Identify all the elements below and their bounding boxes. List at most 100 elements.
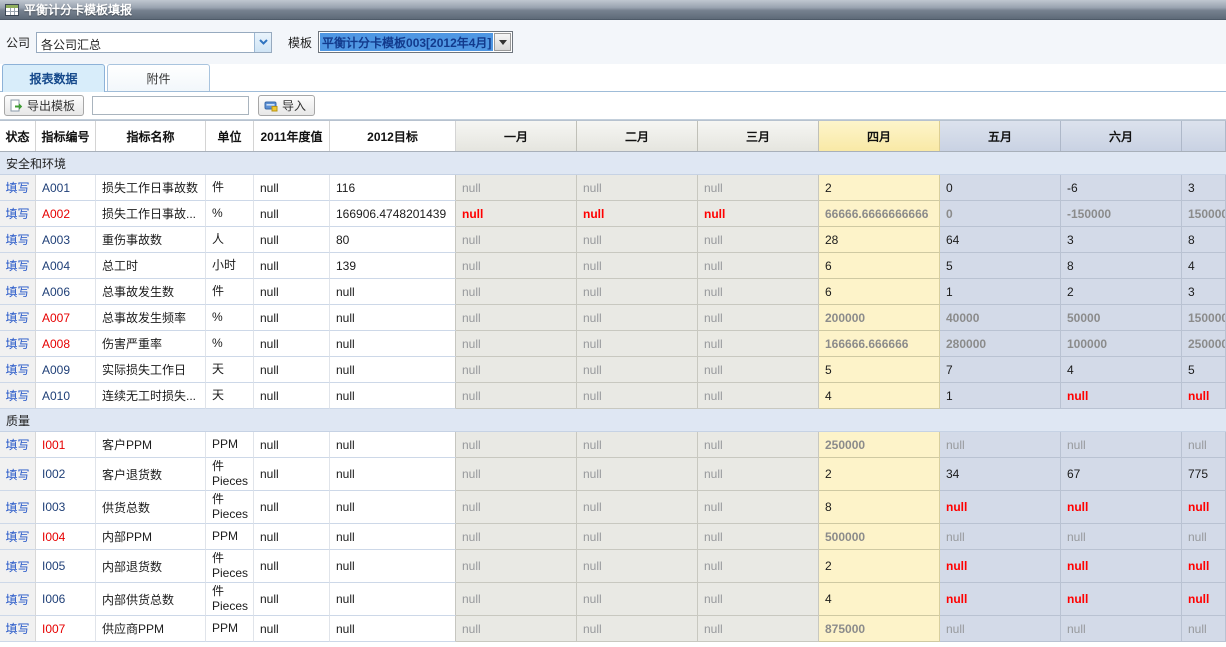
month-cell[interactable]: 4 <box>1182 253 1226 279</box>
fill-link[interactable]: 填写 <box>5 205 29 222</box>
month-cell[interactable]: null <box>577 616 698 642</box>
month-cell[interactable]: null <box>698 550 819 583</box>
dropdown-arrow-icon[interactable] <box>494 33 511 51</box>
month-cell[interactable]: null <box>940 491 1061 524</box>
column-header[interactable]: 2012目标 <box>330 121 456 151</box>
month-cell[interactable]: 4 <box>819 583 940 616</box>
month-cell[interactable]: null <box>456 524 577 550</box>
fill-link[interactable]: 填写 <box>5 309 29 326</box>
month-cell[interactable]: null <box>456 305 577 331</box>
month-cell[interactable]: null <box>698 253 819 279</box>
tab-attachments[interactable]: 附件 <box>107 64 210 91</box>
tab-report-data[interactable]: 报表数据 <box>2 64 105 92</box>
month-cell[interactable]: 4 <box>819 383 940 409</box>
fill-link[interactable]: 填写 <box>5 361 29 378</box>
column-header[interactable]: 单位 <box>206 121 254 151</box>
month-cell[interactable]: -150000 <box>1061 201 1182 227</box>
month-cell[interactable]: 250000 <box>819 432 940 458</box>
month-cell[interactable]: null <box>698 279 819 305</box>
fill-link[interactable]: 填写 <box>5 591 29 608</box>
month-cell[interactable]: 8 <box>819 491 940 524</box>
column-header[interactable]: 二月 <box>577 121 698 151</box>
month-cell[interactable]: null <box>1182 491 1226 524</box>
month-cell[interactable]: null <box>456 583 577 616</box>
month-cell[interactable]: null <box>940 583 1061 616</box>
month-cell[interactable]: null <box>456 279 577 305</box>
month-cell[interactable]: 4 <box>1061 357 1182 383</box>
fill-link[interactable]: 填写 <box>5 528 29 545</box>
month-cell[interactable]: 150000 <box>1182 305 1226 331</box>
month-cell[interactable]: 67 <box>1061 458 1182 491</box>
month-cell[interactable]: null <box>698 331 819 357</box>
month-cell[interactable]: 34 <box>940 458 1061 491</box>
month-cell[interactable]: null <box>698 305 819 331</box>
month-cell[interactable]: null <box>698 201 819 227</box>
month-cell[interactable]: null <box>1061 524 1182 550</box>
template-select[interactable]: 平衡计分卡模板003[2012年4月] <box>318 31 513 53</box>
month-cell[interactable]: null <box>577 175 698 201</box>
column-header[interactable]: 2011年度值 <box>254 121 330 151</box>
month-cell[interactable]: 1 <box>940 279 1061 305</box>
month-cell[interactable]: null <box>577 331 698 357</box>
month-cell[interactable]: null <box>456 331 577 357</box>
month-cell[interactable]: null <box>1061 616 1182 642</box>
month-cell[interactable]: 28 <box>819 227 940 253</box>
fill-link[interactable]: 填写 <box>5 179 29 196</box>
month-cell[interactable]: 1 <box>940 383 1061 409</box>
month-cell[interactable]: 6 <box>819 279 940 305</box>
month-cell[interactable]: null <box>1061 491 1182 524</box>
month-cell[interactable]: 166666.666666 <box>819 331 940 357</box>
month-cell[interactable]: null <box>940 524 1061 550</box>
month-cell[interactable]: 775 <box>1182 458 1226 491</box>
month-cell[interactable]: null <box>456 201 577 227</box>
month-cell[interactable]: null <box>1061 583 1182 616</box>
month-cell[interactable]: 0 <box>940 175 1061 201</box>
fill-link[interactable]: 填写 <box>5 231 29 248</box>
month-cell[interactable]: null <box>1182 524 1226 550</box>
month-cell[interactable]: 150000 <box>1182 201 1226 227</box>
month-cell[interactable]: null <box>698 357 819 383</box>
month-cell[interactable]: null <box>577 253 698 279</box>
month-cell[interactable]: null <box>456 550 577 583</box>
month-cell[interactable]: null <box>1061 550 1182 583</box>
month-cell[interactable]: null <box>456 432 577 458</box>
month-cell[interactable]: null <box>1182 432 1226 458</box>
company-select[interactable]: 各公司汇总 <box>36 32 272 53</box>
month-cell[interactable]: null <box>577 383 698 409</box>
month-cell[interactable]: 2 <box>819 175 940 201</box>
import-button[interactable]: 导入 <box>258 95 315 116</box>
month-cell[interactable]: 6 <box>819 253 940 279</box>
month-cell[interactable]: null <box>698 227 819 253</box>
fill-link[interactable]: 填写 <box>5 620 29 637</box>
column-header[interactable]: 六月 <box>1061 121 1182 151</box>
month-cell[interactable]: -6 <box>1061 175 1182 201</box>
month-cell[interactable]: 200000 <box>819 305 940 331</box>
month-cell[interactable]: null <box>940 550 1061 583</box>
month-cell[interactable]: null <box>698 524 819 550</box>
month-cell[interactable]: null <box>698 175 819 201</box>
month-cell[interactable]: 66666.6666666666 <box>819 201 940 227</box>
month-cell[interactable]: 8 <box>1061 253 1182 279</box>
month-cell[interactable]: 3 <box>1061 227 1182 253</box>
month-cell[interactable]: null <box>456 383 577 409</box>
export-template-button[interactable]: 导出模板 <box>4 95 84 116</box>
fill-link[interactable]: 填写 <box>5 387 29 404</box>
month-cell[interactable]: null <box>940 432 1061 458</box>
month-cell[interactable]: null <box>456 616 577 642</box>
month-cell[interactable]: null <box>456 357 577 383</box>
month-cell[interactable]: 2 <box>1061 279 1182 305</box>
month-cell[interactable]: null <box>698 583 819 616</box>
month-cell[interactable]: null <box>698 491 819 524</box>
month-cell[interactable]: null <box>577 227 698 253</box>
month-cell[interactable]: 250000 <box>1182 331 1226 357</box>
month-cell[interactable]: 40000 <box>940 305 1061 331</box>
month-cell[interactable]: null <box>577 550 698 583</box>
month-cell[interactable]: null <box>456 227 577 253</box>
month-cell[interactable]: 5 <box>940 253 1061 279</box>
fill-link[interactable]: 填写 <box>5 558 29 575</box>
column-header[interactable] <box>1182 121 1226 151</box>
month-cell[interactable]: null <box>456 491 577 524</box>
month-cell[interactable]: null <box>456 175 577 201</box>
month-cell[interactable]: 3 <box>1182 279 1226 305</box>
month-cell[interactable]: null <box>577 279 698 305</box>
